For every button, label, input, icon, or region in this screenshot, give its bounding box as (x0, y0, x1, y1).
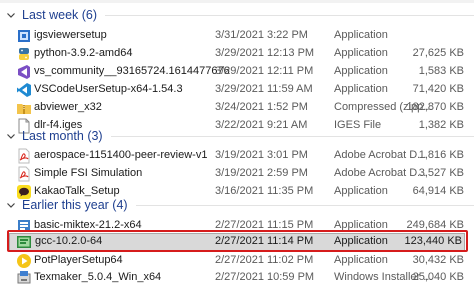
file-size: 123,440 KB (404, 235, 463, 247)
file-name: python-3.9.2-amd64 (34, 47, 133, 59)
file-date: 3/19/2021 3:01 PM (215, 149, 308, 161)
python-icon (19, 48, 29, 60)
file-type: Adobe Acrobat D... (334, 167, 427, 179)
gcc-icon (17, 236, 31, 248)
file-type: Application (334, 47, 388, 59)
file-row[interactable]: PotPlayerSetup64 2/27/2021 11:02 PM Appl… (0, 252, 474, 270)
group-title: Last week (6) (22, 8, 98, 22)
file-name: Texmaker_5.0.4_Win_x64 (34, 271, 162, 283)
file-name: aerospace-1151400-peer-review-v1 (34, 149, 208, 161)
file-row[interactable]: Simple FSI Simulation 3/19/2021 2:59 PM … (0, 165, 474, 183)
group-title: Last month (3) (22, 129, 103, 143)
file-date: 2/27/2021 11:15 PM (215, 219, 314, 231)
file-name: VSCodeUserSetup-x64-1.54.3 (34, 83, 183, 95)
file-type: Application (334, 254, 388, 266)
file-size: 71,420 KB (412, 83, 464, 95)
file-size: 25,040 KB (412, 271, 464, 283)
file-date: 3/19/2021 2:59 PM (215, 167, 308, 179)
file-row-selected[interactable]: gcc-10.2.0-64 2/27/2021 11:14 PM Applica… (9, 233, 465, 251)
potplayer-icon (17, 254, 31, 268)
pdf-icon (18, 148, 30, 164)
visual-studio-icon (18, 65, 30, 79)
file-date: 3/24/2021 1:52 PM (215, 101, 308, 113)
file-size: 30,432 KB (412, 254, 464, 266)
file-type: Application (334, 235, 388, 247)
chevron-down-icon[interactable] (4, 198, 18, 212)
msi-installer-icon (17, 271, 31, 284)
group-header-earlier-this-year[interactable]: Earlier this year (4) (0, 194, 474, 216)
file-size: 3,527 KB (418, 167, 464, 179)
file-row[interactable]: VSCodeUserSetup-x64-1.54.3 3/29/2021 11:… (0, 81, 474, 99)
file-type: Application (334, 219, 388, 231)
file-date: 3/31/2021 3:22 PM (215, 29, 308, 41)
file-row[interactable]: vs_community__93165724.1614477676 3/29/2… (0, 63, 474, 81)
file-date: 3/29/2021 12:13 PM (215, 47, 315, 59)
file-date: 3/29/2021 12:11 PM (215, 65, 314, 77)
file-size: 1,583 KB (418, 65, 464, 77)
file-row[interactable]: aerospace-1151400-peer-review-v1 3/19/20… (0, 147, 474, 165)
file-type: Adobe Acrobat D... (334, 149, 427, 161)
group-divider (135, 204, 474, 206)
file-row[interactable]: Texmaker_5.0.4_Win_x64 2/27/2021 10:59 P… (0, 269, 474, 287)
group-divider (110, 135, 474, 137)
file-row[interactable]: python-3.9.2-amd64 3/29/2021 12:13 PM Ap… (0, 45, 474, 63)
file-name: abviewer_x32 (34, 101, 102, 113)
chevron-down-icon[interactable] (4, 8, 18, 22)
file-name: basic-miktex-21.2-x64 (34, 219, 142, 231)
chevron-down-icon[interactable] (4, 129, 18, 143)
group-header-last-month[interactable]: Last month (3) (0, 125, 474, 147)
vscode-icon (17, 83, 31, 97)
file-date: 2/27/2021 10:59 PM (215, 271, 315, 283)
group-divider (105, 14, 474, 16)
file-type: Application (334, 29, 388, 41)
file-name: Simple FSI Simulation (34, 167, 143, 179)
group-header-last-week[interactable]: Last week (6) (0, 4, 474, 26)
file-name: gcc-10.2.0-64 (35, 235, 103, 247)
file-row[interactable]: igsviewersetup 3/31/2021 3:22 PM Applica… (0, 27, 474, 45)
top-edge (0, 0, 474, 3)
file-size: 1,816 KB (418, 149, 464, 161)
file-name: PotPlayerSetup64 (34, 254, 123, 266)
file-row[interactable]: abviewer_x32 3/24/2021 1:52 PM Compresse… (0, 99, 474, 117)
file-type: Application (334, 83, 388, 95)
file-date: 2/27/2021 11:14 PM (215, 235, 314, 247)
file-name: vs_community__93165724.1614477676 (34, 65, 230, 77)
file-name: igsviewersetup (34, 29, 107, 41)
miktex-icon (18, 220, 30, 232)
file-type: Application (334, 65, 388, 77)
file-size: 182,870 KB (406, 101, 465, 113)
zip-folder-icon (17, 104, 31, 114)
group-title: Earlier this year (4) (22, 198, 128, 212)
installer-icon (18, 30, 30, 42)
pdf-icon (18, 166, 30, 182)
file-size: 27,625 KB (412, 47, 464, 59)
file-date: 2/27/2021 11:02 PM (215, 254, 314, 266)
file-size: 249,684 KB (406, 219, 465, 231)
file-date: 3/29/2021 11:59 AM (215, 83, 313, 95)
